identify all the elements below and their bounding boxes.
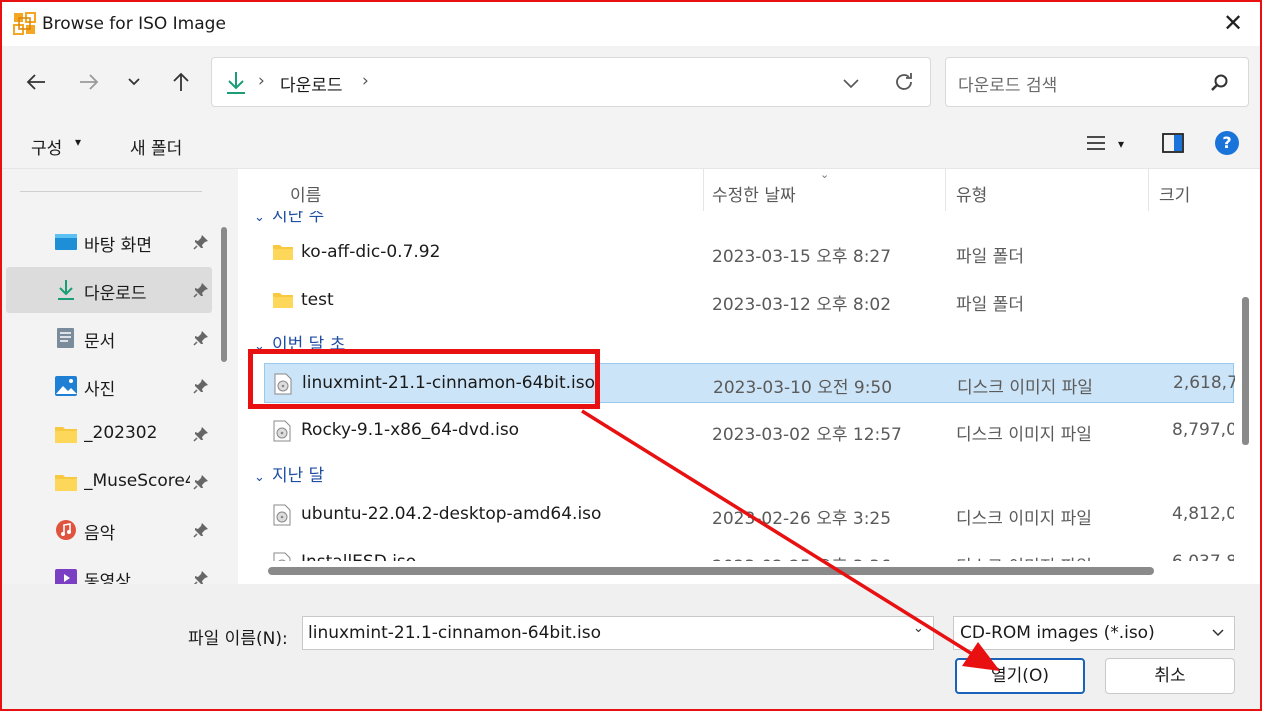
annotation-arrow — [581, 409, 1000, 671]
